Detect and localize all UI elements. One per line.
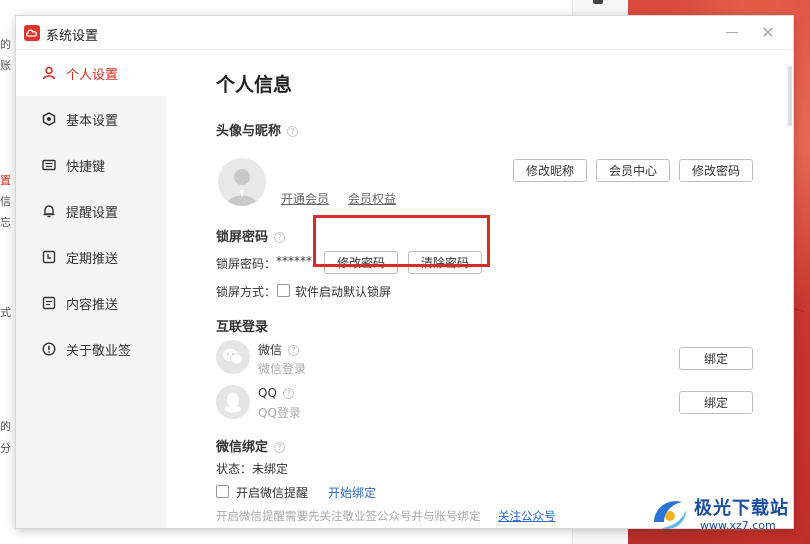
close-icon[interactable]: ✕ xyxy=(760,25,776,41)
dialog-title: 系统设置 xyxy=(46,29,99,44)
user-icon xyxy=(42,66,56,80)
settings-content: 个人信息 头像与昵称? 开通会员 会员权益 修改昵称 会员中心 修改密码 锁屏密… xyxy=(166,50,793,528)
wechat-bind-status: 状态：未绑定 xyxy=(216,462,289,476)
background-text-fragment: 信 xyxy=(0,195,11,208)
qq-login-status: QQ登录 xyxy=(258,406,301,420)
sidebar-item-label: 快捷键 xyxy=(66,159,106,175)
wechat-bind-hint: 开启微信提醒需要先关注敬业签公众号并与账号绑定 xyxy=(216,509,481,523)
section-title-text: 微信绑定 xyxy=(216,440,269,455)
section-title-social: 互联登录 xyxy=(216,320,269,335)
sidebar-item-personal[interactable]: 个人设置 xyxy=(16,50,166,96)
settings-dialog: 系统设置 ✕ 个人设置 基本设置 快捷键 提醒设置 定期推送 内容推送 关于敬业… xyxy=(16,16,793,528)
sidebar-item-label: 个人设置 xyxy=(66,67,119,83)
sidebar-item-about[interactable]: 关于敬业签 xyxy=(16,326,166,372)
content-scrollbar[interactable] xyxy=(788,66,792,126)
watermark-logo-icon xyxy=(654,501,686,530)
sidebar-item-basic[interactable]: 基本设置 xyxy=(16,96,166,142)
edit-nickname-button[interactable]: 修改昵称 xyxy=(513,159,587,182)
qq-avatar xyxy=(216,385,250,419)
sidebar-item-label: 关于敬业签 xyxy=(66,343,132,359)
bind-wechat-button[interactable]: 绑定 xyxy=(679,347,753,370)
sidebar-item-scheduled-push[interactable]: 定期推送 xyxy=(16,234,166,280)
change-password-button[interactable]: 修改密码 xyxy=(679,159,753,182)
background-text-fragment: 账 xyxy=(0,59,11,72)
background-text-fragment: 分 xyxy=(0,442,11,455)
watermark-url: www.xz7.com xyxy=(700,519,776,532)
app-logo-icon xyxy=(24,25,40,41)
section-title-avatar: 头像与昵称? xyxy=(216,120,299,139)
help-icon[interactable]: ? xyxy=(287,126,299,137)
qq-icon xyxy=(225,392,241,413)
site-watermark: 极光下载站 www.xz7.com xyxy=(648,490,808,540)
wechat-account-name: 微信? xyxy=(258,341,300,358)
account-name-text: QQ xyxy=(258,386,277,400)
section-title-text: 锁屏密码 xyxy=(216,230,269,245)
start-bind-link[interactable]: 开始绑定 xyxy=(328,484,376,501)
help-icon[interactable]: ? xyxy=(288,345,300,356)
help-icon[interactable]: ? xyxy=(282,388,294,399)
open-membership-link[interactable]: 开通会员 xyxy=(281,190,329,207)
avatar-placeholder-icon xyxy=(226,169,258,206)
watermark-text: 极光下载站 xyxy=(694,498,789,519)
lock-on-start-label: 软件启动默认锁屏 xyxy=(295,285,392,299)
wechat-reminder-label: 开启微信提醒 xyxy=(236,486,309,500)
sidebar-item-label: 定期推送 xyxy=(66,251,119,267)
keyboard-icon xyxy=(42,158,56,172)
section-title-text: 头像与昵称 xyxy=(216,124,282,139)
wechat-reminder-checkbox[interactable] xyxy=(216,485,229,498)
member-center-button[interactable]: 会员中心 xyxy=(596,159,670,182)
settings-sidebar: 个人设置 基本设置 快捷键 提醒设置 定期推送 内容推送 关于敬业签 xyxy=(16,50,166,528)
background-text-fragment: 的 xyxy=(0,420,11,433)
section-title-wechat-bind: 微信绑定? xyxy=(216,436,286,455)
background-pane-stub xyxy=(593,0,603,4)
page-title: 个人信息 xyxy=(216,74,293,96)
lock-on-start-checkbox[interactable] xyxy=(277,284,290,297)
background-app-edge: 的 账 置 信 忘 式 的 分 xyxy=(0,0,16,544)
bell-icon xyxy=(42,204,56,218)
qq-account-name: QQ? xyxy=(258,386,294,400)
lock-password-label: 锁屏密码： xyxy=(216,257,277,271)
wechat-avatar xyxy=(216,340,250,374)
sidebar-item-content-push[interactable]: 内容推送 xyxy=(16,280,166,326)
annotation-highlight-box xyxy=(313,215,490,267)
background-text-fragment: 置 xyxy=(0,174,11,187)
background-text-fragment: 的 xyxy=(0,38,11,51)
section-title-lock: 锁屏密码? xyxy=(216,226,286,245)
account-name-text: 微信 xyxy=(258,343,283,357)
sidebar-item-label: 内容推送 xyxy=(66,297,119,313)
sidebar-item-label: 提醒设置 xyxy=(66,205,119,221)
wechat-login-status: 微信登录 xyxy=(258,362,307,376)
minimize-icon[interactable] xyxy=(726,32,738,33)
background-text-fragment: 式 xyxy=(0,306,11,319)
lock-password-value: ****** xyxy=(276,254,312,268)
follow-official-account-link[interactable]: 关注公众号 xyxy=(498,508,556,524)
lock-mode-label: 锁屏方式： xyxy=(216,285,277,299)
sidebar-item-shortcuts[interactable]: 快捷键 xyxy=(16,142,166,188)
help-icon[interactable]: ? xyxy=(274,232,286,243)
info-icon xyxy=(42,342,56,356)
membership-benefits-link[interactable]: 会员权益 xyxy=(348,190,396,207)
help-icon[interactable]: ? xyxy=(274,442,286,453)
sidebar-item-reminders[interactable]: 提醒设置 xyxy=(16,188,166,234)
document-icon xyxy=(42,296,56,310)
clock-icon xyxy=(42,250,56,264)
bind-qq-button[interactable]: 绑定 xyxy=(679,391,753,414)
wechat-icon xyxy=(223,348,243,365)
dialog-titlebar[interactable]: 系统设置 ✕ xyxy=(16,16,793,50)
settings-icon xyxy=(42,112,56,126)
sidebar-item-label: 基本设置 xyxy=(66,113,119,129)
avatar[interactable] xyxy=(218,158,266,206)
background-text-fragment: 忘 xyxy=(0,216,11,229)
